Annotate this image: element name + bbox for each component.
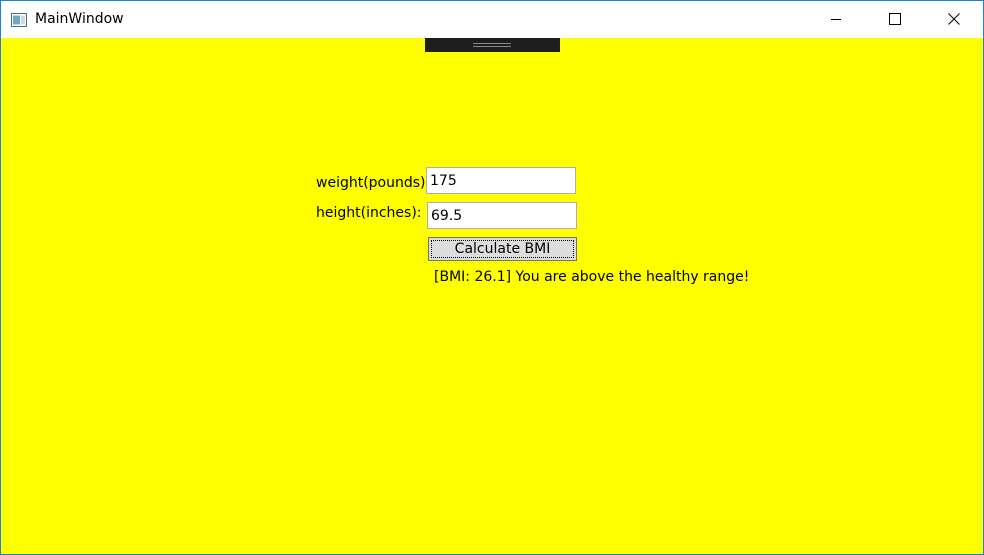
main-window: MainWindow weight(pounds): hei xyxy=(0,0,984,555)
client-area: weight(pounds): height(inches): Calculat… xyxy=(1,38,983,554)
drag-handle-icon xyxy=(473,43,511,47)
close-button[interactable] xyxy=(925,1,983,38)
window-app-icon xyxy=(11,12,27,27)
maximize-button[interactable] xyxy=(866,1,924,38)
bmi-result-text: [BMI: 26.1] You are above the healthy ra… xyxy=(434,269,750,285)
maximize-icon xyxy=(889,10,901,29)
weight-input[interactable] xyxy=(426,167,576,194)
minimize-icon xyxy=(830,10,842,29)
debug-toolbar-handle[interactable] xyxy=(425,38,560,52)
calculate-bmi-label: Calculate BMI xyxy=(454,241,551,257)
window-title: MainWindow xyxy=(35,11,124,27)
minimize-button[interactable] xyxy=(807,1,865,38)
weight-label: weight(pounds): xyxy=(316,175,431,191)
title-bar[interactable]: MainWindow xyxy=(1,1,983,38)
calculate-bmi-button[interactable]: Calculate BMI xyxy=(428,237,577,261)
height-label: height(inches): xyxy=(316,205,422,221)
height-input[interactable] xyxy=(427,202,577,229)
close-icon xyxy=(948,10,960,29)
